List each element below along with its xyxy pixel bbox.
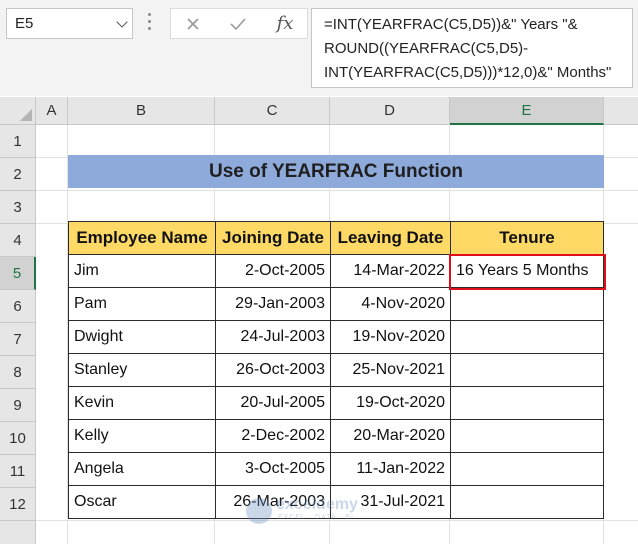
column-header-d[interactable]: D [330,97,450,125]
row-header-12[interactable]: 12 [0,488,36,521]
formula-buttons: fx [170,8,308,39]
name-box[interactable]: E5 [6,8,133,39]
column-header-a[interactable]: A [36,97,68,125]
table-cell-name[interactable]: Pam [69,288,216,321]
formula-line: =INT(YEARFRAC(C5,D5))&" Years "& [324,16,578,33]
table-cell-name[interactable]: Kevin [69,387,216,420]
row-header-9[interactable]: 9 [0,389,36,422]
table-cell-joining[interactable]: 26-Oct-2003 [216,354,331,387]
table-cell-joining[interactable]: 2-Oct-2005 [216,255,331,288]
table-cell-leaving[interactable]: 14-Mar-2022 [331,255,451,288]
header-leaving-date[interactable]: Leaving Date [331,222,451,255]
exceldemy-logo-icon [246,498,272,524]
enter-formula-button[interactable] [218,9,258,38]
active-cell-selection[interactable] [449,254,606,290]
column-header-e[interactable]: E [450,97,604,125]
table-cell-joining[interactable]: 3-Oct-2005 [216,453,331,486]
row-header-4[interactable]: 4 [0,224,36,257]
row-header-3[interactable]: 3 [0,191,36,224]
header-joining-date[interactable]: Joining Date [216,222,331,255]
table-cell-tenure[interactable] [451,321,604,354]
row-header-10[interactable]: 10 [0,422,36,455]
row-header-7[interactable]: 7 [0,323,36,356]
table-cell-leaving[interactable]: 19-Oct-2020 [331,387,451,420]
formula-line: ROUND((YEARFRAC(C5,D5)- [324,40,529,57]
function-icon: fx [276,13,294,34]
column-header-c[interactable]: C [215,97,330,125]
row-header-6[interactable]: 6 [0,290,36,323]
table-cell-tenure[interactable] [451,420,604,453]
watermark: exceldemy EXCEL · DATA · BI [246,496,386,526]
table-cell-joining[interactable]: 24-Jul-2003 [216,321,331,354]
table-cell-joining[interactable]: 20-Jul-2005 [216,387,331,420]
drag-handle-icon[interactable] [148,13,151,35]
table-cell-name[interactable]: Dwight [69,321,216,354]
header-employee-name[interactable]: Employee Name [69,222,216,255]
close-icon [187,17,199,30]
checkmark-icon [230,17,246,30]
table-cell-name[interactable]: Oscar [69,486,216,519]
header-tenure[interactable]: Tenure [451,222,604,255]
table-cell-leaving[interactable]: 19-Nov-2020 [331,321,451,354]
table-cell-name[interactable]: Stanley [69,354,216,387]
table-cell-name[interactable]: Kelly [69,420,216,453]
table-cell-name[interactable]: Jim [69,255,216,288]
select-all-button[interactable] [0,97,36,125]
insert-function-button[interactable]: fx [265,9,305,38]
table-cell-tenure[interactable] [451,387,604,420]
row-header-13[interactable] [0,521,36,544]
table-cell-name[interactable]: Angela [69,453,216,486]
table-cell-leaving[interactable]: 25-Nov-2021 [331,354,451,387]
watermark-name: exceldemy [276,496,358,513]
table-cell-leaving[interactable]: 20-Mar-2020 [331,420,451,453]
row-header-1[interactable]: 1 [0,125,36,158]
row-header-8[interactable]: 8 [0,356,36,389]
name-box-value: E5 [15,15,34,32]
table-cell-leaving[interactable]: 4-Nov-2020 [331,288,451,321]
formula-line: INT(YEARFRAC(C5,D5)))*12,0)&" Months" [324,64,612,81]
cancel-formula-button[interactable] [173,9,213,38]
table-cell-tenure[interactable] [451,288,604,321]
table-cell-leaving[interactable]: 11-Jan-2022 [331,453,451,486]
table-cell-joining[interactable]: 29-Jan-2003 [216,288,331,321]
sheet-title[interactable]: Use of YEARFRAC Function [68,155,604,188]
table-cell-tenure[interactable] [451,354,604,387]
row-header-5[interactable]: 5 [0,257,36,290]
formula-bar-area: E5 fx =INT(YEARFRAC(C5,D5))&" Years "& R… [0,0,638,96]
column-header-b[interactable]: B [68,97,215,125]
chevron-down-icon[interactable] [116,16,128,28]
row-header-11[interactable]: 11 [0,455,36,488]
watermark-tagline: EXCEL · DATA · BI [278,514,354,521]
table-cell-tenure[interactable] [451,486,604,519]
row-header-2[interactable]: 2 [0,158,36,191]
column-header-f[interactable] [604,97,638,125]
gridline [36,190,638,191]
formula-input[interactable]: =INT(YEARFRAC(C5,D5))&" Years "& ROUND((… [311,8,633,88]
table-cell-tenure[interactable] [451,453,604,486]
table-cell-joining[interactable]: 2-Dec-2002 [216,420,331,453]
